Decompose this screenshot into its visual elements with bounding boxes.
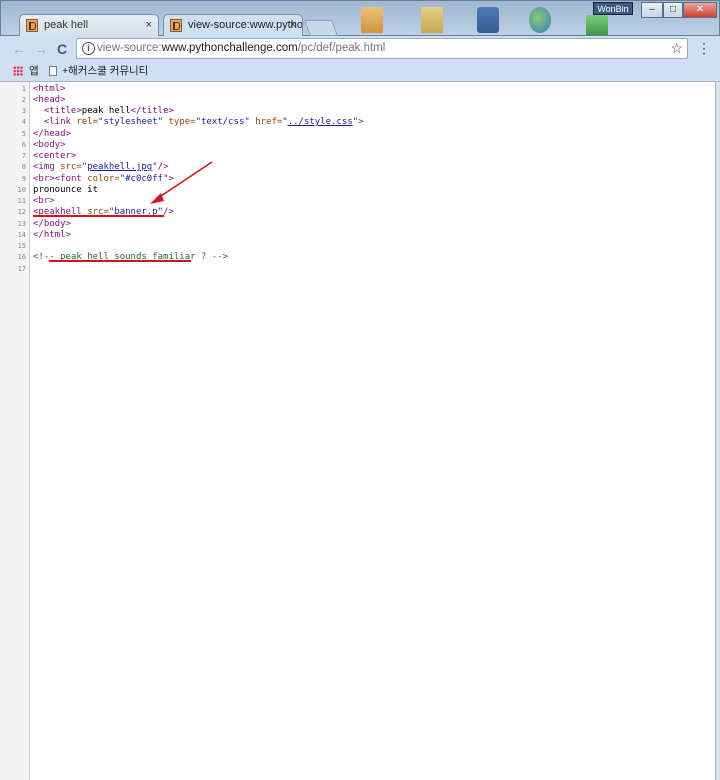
tab-close-icon[interactable]: × bbox=[290, 15, 296, 36]
maximize-button[interactable]: □ bbox=[663, 2, 683, 18]
tab-label: peak hell bbox=[44, 19, 89, 31]
tab-peak-hell[interactable]: peak hell × bbox=[19, 14, 159, 37]
tab-view-source[interactable]: view-source:www.pytho × bbox=[163, 14, 303, 37]
new-tab-button[interactable] bbox=[304, 20, 338, 36]
back-arrow-icon[interactable]: ← bbox=[10, 40, 28, 58]
url-text[interactable]: view-source:www.pythonchallenge.com/pc/d… bbox=[97, 41, 385, 56]
bookmark-star-icon[interactable]: ☆ bbox=[670, 40, 683, 57]
python-challenge-favicon-icon bbox=[26, 19, 38, 32]
site-info-icon[interactable]: i bbox=[82, 42, 95, 55]
python-challenge-favicon-icon bbox=[170, 19, 182, 32]
url-path: /pc/def/peak.html bbox=[297, 42, 386, 54]
desktop-app-icon bbox=[477, 7, 499, 33]
close-window-button[interactable]: ✕ bbox=[683, 2, 717, 18]
tab-close-icon[interactable]: × bbox=[146, 15, 152, 36]
address-bar[interactable]: i view-source:www.pythonchallenge.com/pc… bbox=[76, 38, 688, 59]
view-source-content: 1 <html> 2 <head> 3 <title>peak hell</title>… bbox=[0, 82, 720, 780]
desktop-app-icon bbox=[586, 15, 608, 35]
desktop-folder-icon bbox=[421, 7, 443, 33]
minimize-button[interactable]: – bbox=[641, 2, 663, 18]
apps-shortcut[interactable]: 앱 bbox=[29, 62, 39, 81]
window-right-border bbox=[715, 82, 720, 780]
url-scheme: view-source: bbox=[97, 42, 162, 54]
annotation-arrow-icon bbox=[150, 161, 213, 204]
browser-toolbar: ← → C i view-source:www.pythonchallenge.… bbox=[0, 36, 720, 62]
page-icon bbox=[49, 66, 57, 76]
desktop-globe-icon bbox=[529, 7, 551, 33]
menu-kebab-icon[interactable]: ⋮ bbox=[697, 40, 711, 56]
url-host: www.pythonchallenge.com bbox=[161, 42, 298, 54]
forward-arrow-icon[interactable]: → bbox=[32, 40, 50, 58]
tab-label: view-source:www.pytho bbox=[188, 19, 303, 31]
bookmark-hackerschool[interactable]: +해커스쿨 커뮤니티 bbox=[62, 62, 148, 81]
reload-icon[interactable]: C bbox=[53, 40, 71, 58]
apps-grid-icon[interactable] bbox=[13, 66, 23, 76]
bookmarks-bar: 앱 +해커스쿨 커뮤니티 bbox=[0, 62, 720, 82]
profile-name-chip[interactable]: WonBin bbox=[593, 2, 633, 15]
desktop-folder-icon bbox=[361, 7, 383, 33]
window-titlebar: peak hell × view-source:www.pytho × WonB… bbox=[0, 0, 720, 37]
